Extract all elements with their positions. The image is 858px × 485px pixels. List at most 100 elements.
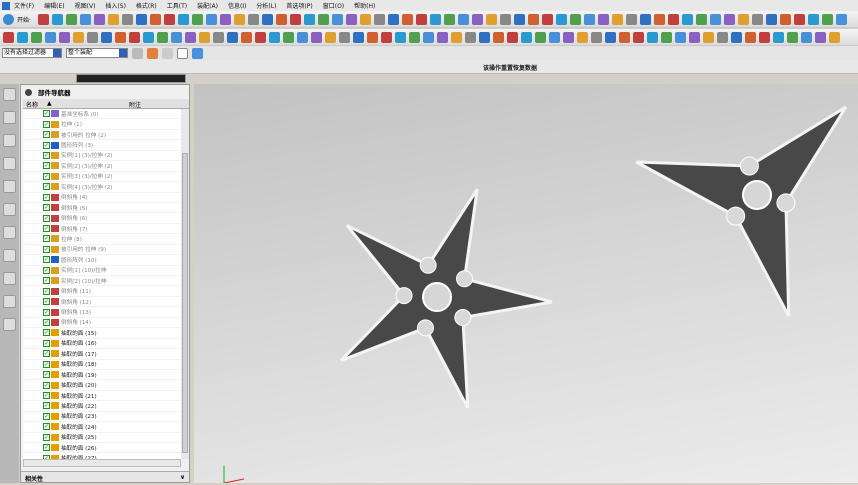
checkbox-checked-icon[interactable]: ✓ bbox=[43, 183, 50, 191]
toolbar-tool-icon[interactable] bbox=[653, 13, 665, 25]
start-button[interactable]: 开始· bbox=[17, 15, 31, 24]
resource-tab-icon[interactable] bbox=[3, 249, 16, 262]
select-icon[interactable] bbox=[162, 47, 173, 59]
toolbar-tool-icon[interactable] bbox=[247, 13, 259, 25]
tree-item[interactable]: ✓ 倒斜角 (13) bbox=[23, 307, 181, 318]
menu-item[interactable]: 文件(F) bbox=[14, 1, 34, 10]
toolbar-tool-icon[interactable] bbox=[121, 13, 133, 25]
toolbar-tool-icon[interactable] bbox=[367, 31, 378, 43]
sort-ascending-icon[interactable]: ▲ bbox=[47, 100, 52, 107]
toolbar-tool-icon[interactable] bbox=[745, 31, 756, 43]
toolbar-tool-icon[interactable] bbox=[751, 13, 763, 25]
column-name[interactable]: 名称 bbox=[26, 100, 38, 109]
toolbar-tool-icon[interactable] bbox=[143, 31, 154, 43]
toolbar-tool-icon[interactable] bbox=[191, 13, 203, 25]
checkbox-checked-icon[interactable]: ✓ bbox=[43, 193, 50, 201]
toolbar-tool-icon[interactable] bbox=[457, 13, 469, 25]
toolbar-tool-icon[interactable] bbox=[101, 31, 112, 43]
toolbar-tool-icon[interactable] bbox=[807, 13, 819, 25]
horizontal-scrollbar[interactable] bbox=[23, 459, 181, 467]
checkbox-checked-icon[interactable]: ✓ bbox=[43, 235, 50, 243]
toolbar-tool-icon[interactable] bbox=[801, 31, 812, 43]
tree-item[interactable]: ✓ 抽取的面 (15) bbox=[23, 328, 181, 339]
toolbar-tool-icon[interactable] bbox=[177, 13, 189, 25]
toolbar-tool-icon[interactable] bbox=[303, 13, 315, 25]
toolbar-tool-icon[interactable] bbox=[381, 31, 392, 43]
toolbar-tool-icon[interactable] bbox=[261, 13, 273, 25]
menu-item[interactable]: 窗口(O) bbox=[323, 1, 344, 10]
toolbar-tool-icon[interactable] bbox=[549, 31, 560, 43]
toolbar-tool-icon[interactable] bbox=[597, 13, 609, 25]
toolbar-tool-icon[interactable] bbox=[605, 31, 616, 43]
toolbar-tool-icon[interactable] bbox=[465, 31, 476, 43]
toolbar-tool-icon[interactable] bbox=[51, 13, 63, 25]
toolbar-tool-icon[interactable] bbox=[821, 13, 833, 25]
checkbox-checked-icon[interactable]: ✓ bbox=[43, 423, 50, 431]
tree-item[interactable]: ✓ 倒斜角 (6) bbox=[23, 213, 181, 224]
scrollbar-thumb[interactable] bbox=[182, 153, 188, 453]
toolbar-tool-icon[interactable] bbox=[611, 13, 623, 25]
toolbar-tool-icon[interactable] bbox=[471, 13, 483, 25]
resource-tab-icon[interactable] bbox=[3, 295, 16, 308]
toolbar-tool-icon[interactable] bbox=[443, 13, 455, 25]
toolbar-tool-icon[interactable] bbox=[437, 31, 448, 43]
tree-item[interactable]: ✓ 倒斜角 (7) bbox=[23, 224, 181, 235]
toolbar-tool-icon[interactable] bbox=[555, 13, 567, 25]
toolbar-tool-icon[interactable] bbox=[227, 31, 238, 43]
toolbar-tool-icon[interactable] bbox=[17, 31, 28, 43]
toolbar-tool-icon[interactable] bbox=[815, 31, 826, 43]
toolbar-tool-icon[interactable] bbox=[731, 31, 742, 43]
checkbox-checked-icon[interactable]: ✓ bbox=[43, 308, 50, 316]
toolbar-tool-icon[interactable] bbox=[415, 13, 427, 25]
toolbar-tool-icon[interactable] bbox=[703, 31, 714, 43]
checkbox-checked-icon[interactable]: ✓ bbox=[43, 339, 50, 347]
toolbar-tool-icon[interactable] bbox=[59, 31, 70, 43]
toolbar-tool-icon[interactable] bbox=[129, 31, 140, 43]
menu-item[interactable]: 分析(L) bbox=[256, 1, 276, 10]
toolbar-tool-icon[interactable] bbox=[535, 31, 546, 43]
toolbar-tool-icon[interactable] bbox=[283, 31, 294, 43]
toolbar-tool-icon[interactable] bbox=[583, 13, 595, 25]
toolbar-tool-icon[interactable] bbox=[793, 13, 805, 25]
toolbar-tool-icon[interactable] bbox=[373, 13, 385, 25]
toolbar-tool-icon[interactable] bbox=[569, 13, 581, 25]
tree-item[interactable]: ✓ 抽取的面 (17) bbox=[23, 349, 181, 360]
menu-item[interactable]: 插入(S) bbox=[105, 1, 126, 10]
checkbox-checked-icon[interactable]: ✓ bbox=[43, 360, 50, 368]
tree-item[interactable]: ✓ 倒斜角 (14) bbox=[23, 318, 181, 329]
toolbar-tool-icon[interactable] bbox=[297, 31, 308, 43]
toolbar-tool-icon[interactable] bbox=[325, 31, 336, 43]
menu-item[interactable]: 视图(V) bbox=[75, 1, 96, 10]
toolbar-tool-icon[interactable] bbox=[31, 31, 42, 43]
toolbar-tool-icon[interactable] bbox=[289, 13, 301, 25]
toolbar-tool-icon[interactable] bbox=[199, 31, 210, 43]
checkbox-checked-icon[interactable]: ✓ bbox=[43, 433, 50, 441]
toolbar-tool-icon[interactable] bbox=[387, 13, 399, 25]
toolbar-tool-icon[interactable] bbox=[485, 13, 497, 25]
tree-item[interactable]: ✓ 被引用的 拉伸 (9) bbox=[23, 245, 181, 256]
toolbar-tool-icon[interactable] bbox=[479, 31, 490, 43]
toolbar-tool-icon[interactable] bbox=[45, 31, 56, 43]
toolbar-tool-icon[interactable] bbox=[507, 31, 518, 43]
checkbox-checked-icon[interactable]: ✓ bbox=[43, 350, 50, 358]
tree-item[interactable]: ✓ 圆形阵列 (10) bbox=[23, 255, 181, 266]
toolbar-tool-icon[interactable] bbox=[255, 31, 266, 43]
checkbox-checked-icon[interactable]: ✓ bbox=[43, 277, 50, 285]
toolbar-tool-icon[interactable] bbox=[451, 31, 462, 43]
resource-tab-icon[interactable] bbox=[3, 318, 16, 331]
toolbar-tool-icon[interactable] bbox=[563, 31, 574, 43]
toolbar-tool-icon[interactable] bbox=[675, 31, 686, 43]
toolbar-tool-icon[interactable] bbox=[135, 13, 147, 25]
toolbar-tool-icon[interactable] bbox=[779, 13, 791, 25]
toolbar-tool-icon[interactable] bbox=[79, 13, 91, 25]
filter-icon[interactable] bbox=[132, 47, 143, 59]
checkbox-checked-icon[interactable]: ✓ bbox=[43, 381, 50, 389]
toolbar-tool-icon[interactable] bbox=[835, 13, 847, 25]
checkbox-checked-icon[interactable]: ✓ bbox=[43, 402, 50, 410]
toolbar-tool-icon[interactable] bbox=[115, 31, 126, 43]
menu-item[interactable]: 格式(R) bbox=[136, 1, 157, 10]
pin-icon[interactable] bbox=[25, 88, 32, 96]
checkbox-checked-icon[interactable]: ✓ bbox=[43, 298, 50, 306]
tree-item[interactable]: ✓ 基准坐标系 (0) bbox=[23, 109, 181, 120]
checkbox-checked-icon[interactable]: ✓ bbox=[43, 444, 50, 452]
